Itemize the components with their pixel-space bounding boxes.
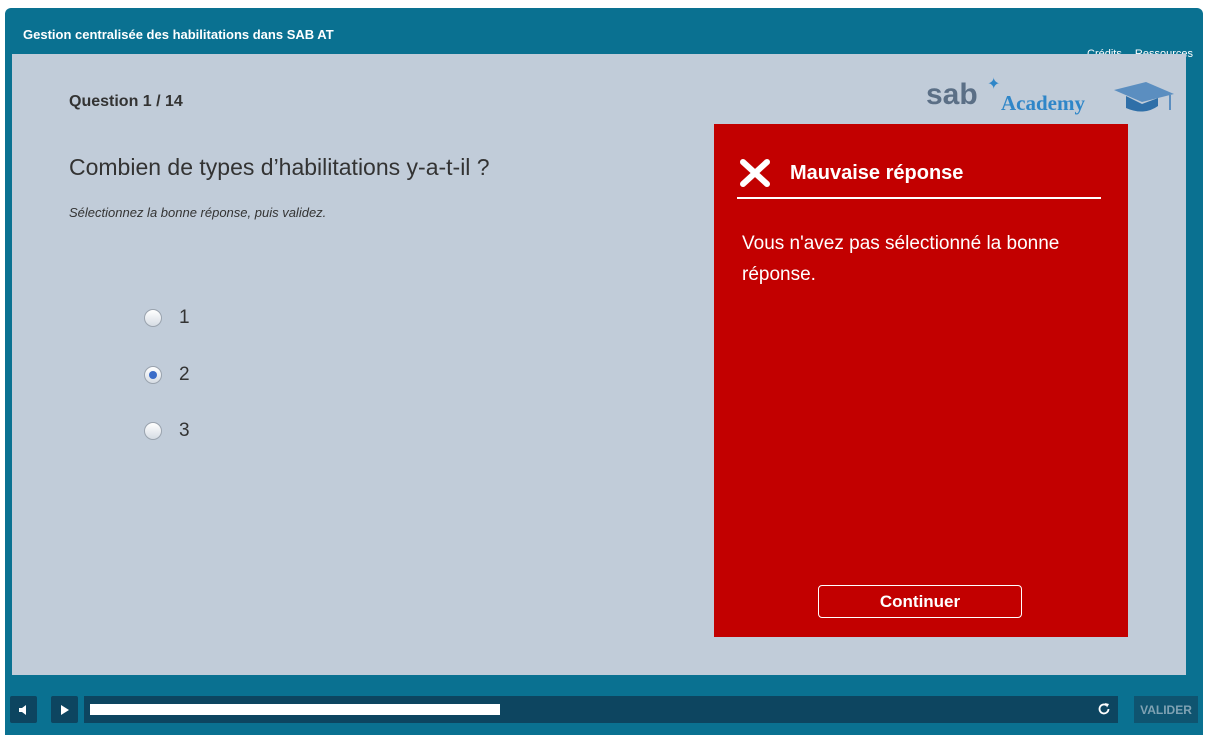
playback-controls: VALIDER (10, 689, 1198, 723)
feedback-header: Mauvaise réponse (738, 158, 963, 188)
feedback-message: Vous n'avez pas sélectionné la bonne rép… (742, 233, 1060, 285)
slide-stage: Question 1 / 14 Combien de types d’habil… (12, 54, 1186, 675)
answer-option-2[interactable]: 2 (144, 347, 190, 404)
graduation-cap-icon (1114, 82, 1174, 112)
feedback-divider (737, 197, 1101, 199)
logo-brand: sab (926, 78, 978, 111)
feedback-title: Mauvaise réponse (790, 161, 964, 184)
radio-button[interactable] (144, 309, 162, 328)
progress-fill (90, 704, 500, 715)
progress-bar[interactable] (84, 696, 1118, 723)
validate-button[interactable]: VALIDER (1134, 696, 1198, 723)
volume-icon (18, 704, 26, 715)
app-title: Gestion centralisée des habilitations da… (23, 27, 334, 42)
question-instruction: Sélectionnez la bonne réponse, puis vali… (69, 205, 327, 220)
close-x-icon (740, 159, 770, 187)
answer-label: 3 (179, 420, 190, 442)
volume-button[interactable] (10, 696, 37, 723)
answer-label: 1 (179, 307, 190, 329)
star-icon: ✦ (987, 76, 1001, 93)
play-button[interactable] (51, 696, 78, 723)
question-number: Question 1 / 14 (69, 93, 183, 110)
answer-label: 2 (179, 363, 190, 385)
play-icon (60, 704, 69, 715)
continue-button[interactable]: Continuer (818, 585, 1022, 618)
progress-track (90, 704, 1090, 715)
radio-button-selected[interactable] (144, 365, 162, 384)
feedback-panel: Mauvaise réponse Vous n'avez pas sélecti… (714, 124, 1128, 637)
answer-option-1[interactable]: 1 (144, 290, 190, 347)
question-text: Combien de types d’habilitations y-a-t-i… (69, 154, 490, 180)
reload-icon[interactable] (1096, 701, 1112, 717)
logo-product: Academy (1001, 91, 1085, 115)
answer-options: 1 2 3 (144, 290, 190, 460)
answer-option-3[interactable]: 3 (144, 403, 190, 460)
radio-button[interactable] (144, 422, 162, 441)
